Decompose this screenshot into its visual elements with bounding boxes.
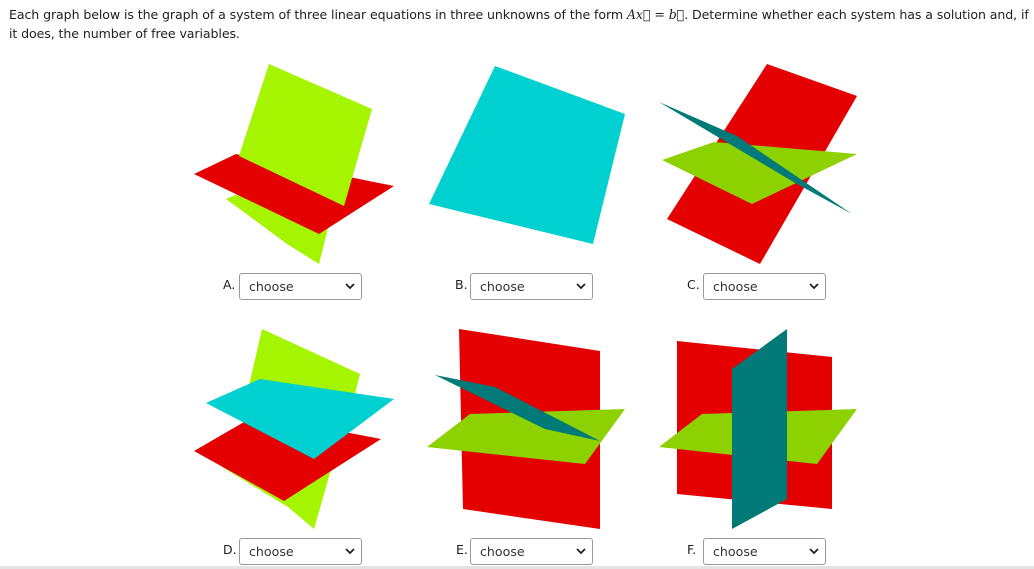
graph-e-letter: E. bbox=[456, 542, 468, 557]
chevron-down-icon bbox=[345, 548, 355, 555]
graph-b-select[interactable]: choose bbox=[470, 273, 593, 300]
chevron-down-icon bbox=[809, 548, 819, 555]
graph-d-select[interactable]: choose bbox=[239, 538, 362, 565]
graph-f-select[interactable]: choose bbox=[703, 538, 826, 565]
graph-a bbox=[194, 64, 394, 264]
graph-b-letter: B. bbox=[455, 277, 468, 292]
graph-e-planes bbox=[427, 329, 625, 529]
graph-a-select[interactable]: choose bbox=[239, 273, 362, 300]
graph-c-letter: C. bbox=[687, 277, 700, 292]
graph-c-select[interactable]: choose bbox=[703, 273, 826, 300]
graph-a-planes bbox=[194, 64, 394, 264]
graph-d-planes bbox=[194, 329, 394, 529]
graph-c bbox=[657, 64, 857, 264]
chevron-down-icon bbox=[809, 283, 819, 290]
chevron-down-icon bbox=[576, 283, 586, 290]
graph-e bbox=[425, 329, 625, 529]
graph-f-planes bbox=[659, 329, 857, 529]
graph-e-select-value: choose bbox=[480, 544, 525, 559]
chevron-down-icon bbox=[576, 548, 586, 555]
graph-a-select-value: choose bbox=[249, 279, 294, 294]
chevron-down-icon bbox=[345, 283, 355, 290]
graph-d bbox=[194, 329, 394, 529]
graph-c-select-value: choose bbox=[713, 279, 758, 294]
graph-f-select-value: choose bbox=[713, 544, 758, 559]
graph-f bbox=[657, 329, 857, 529]
graph-c-planes bbox=[659, 64, 857, 264]
graph-b-select-value: choose bbox=[480, 279, 525, 294]
graph-d-select-value: choose bbox=[249, 544, 294, 559]
question-text-before: Each graph below is the graph of a syste… bbox=[9, 7, 627, 22]
question-text: Each graph below is the graph of a syste… bbox=[9, 5, 1029, 43]
graph-e-select[interactable]: choose bbox=[470, 538, 593, 565]
equation-math: Ax⃗ = b⃗ bbox=[626, 7, 685, 22]
graph-f-letter: F. bbox=[687, 542, 697, 557]
graph-a-letter: A. bbox=[223, 277, 236, 292]
graph-d-letter: D. bbox=[223, 542, 237, 557]
graph-b bbox=[425, 64, 625, 264]
graph-b-planes bbox=[429, 66, 625, 244]
